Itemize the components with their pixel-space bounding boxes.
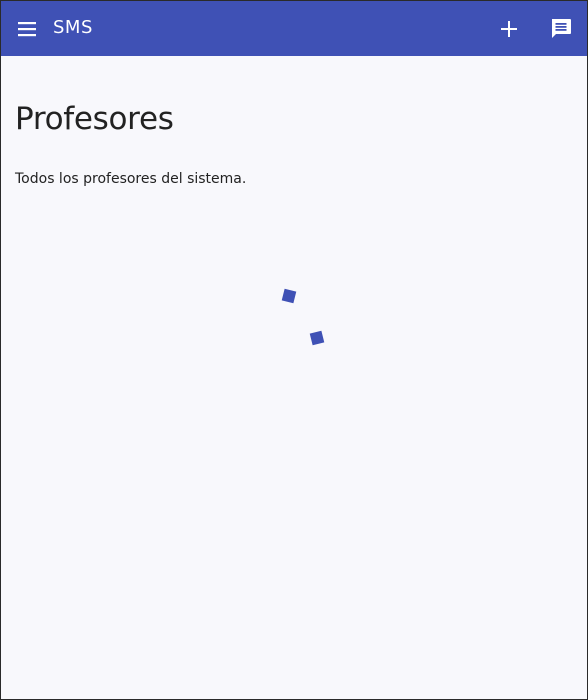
app-title: SMS <box>53 17 93 38</box>
spinner-icon <box>281 288 325 346</box>
message-icon <box>552 19 571 38</box>
page-title: Profesores <box>15 101 174 137</box>
spinner-dot-2 <box>309 330 325 346</box>
messages-button[interactable] <box>549 17 573 41</box>
plus-icon <box>501 21 517 37</box>
add-button[interactable] <box>498 18 520 40</box>
menu-icon <box>18 22 36 37</box>
top-app-bar: SMS <box>1 1 587 56</box>
loading-spinner <box>271 280 335 350</box>
main-content: Profesores Todos los profesores del sist… <box>1 56 587 699</box>
page-subtitle: Todos los profesores del sistema. <box>15 171 247 187</box>
menu-button[interactable] <box>16 18 38 40</box>
app-window: SMS Profesores Todos los profesores del … <box>0 0 588 700</box>
spinner-dot-1 <box>281 288 297 304</box>
